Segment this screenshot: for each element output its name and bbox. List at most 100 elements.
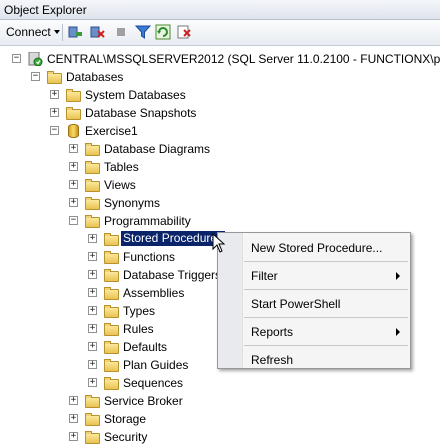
expand-icon[interactable]: + [88,378,97,387]
expand-icon[interactable]: + [69,162,78,171]
folder-icon [85,142,101,156]
tree-node-programmability[interactable]: − Programmability [0,212,440,230]
plan-guides-label: Plan Guides [123,358,189,372]
folder-icon [85,214,101,228]
views-label: Views [104,178,136,192]
tree-node-service-broker[interactable]: + Service Broker [0,392,440,410]
folder-icon [104,304,120,318]
collapse-icon[interactable]: − [31,72,40,81]
tree-node-system-databases[interactable]: + System Databases [0,86,440,104]
security-label: Security [104,430,148,444]
menu-item-reports[interactable]: Reports [242,320,410,342]
tree-node-sequences[interactable]: + Sequences [0,374,440,392]
folder-icon [66,88,82,102]
tree-node-storage[interactable]: + Storage [0,410,440,428]
defaults-label: Defaults [123,340,168,354]
expand-icon[interactable]: + [69,144,78,153]
expand-icon[interactable]: + [88,324,97,333]
menu-item-start-powershell[interactable]: Start PowerShell [242,292,410,314]
expand-icon[interactable]: + [88,306,97,315]
expand-icon[interactable]: + [69,396,78,405]
menu-item-label: Start PowerShell [251,297,341,311]
rules-label: Rules [123,322,154,336]
expand-icon[interactable]: + [50,90,59,99]
folder-icon [104,268,120,282]
synonyms-label: Synonyms [104,196,161,210]
connect-button[interactable]: Connect [3,23,63,41]
context-menu: New Stored Procedure... Filter Start Pow… [217,232,411,369]
exercise1-label: Exercise1 [85,124,138,138]
tree-node-database-diagrams[interactable]: + Database Diagrams [0,140,440,158]
functions-label: Functions [123,250,176,264]
folder-icon [47,70,63,84]
folder-icon [85,196,101,210]
tree-node-tables[interactable]: + Tables [0,158,440,176]
expand-icon[interactable]: + [69,198,78,207]
expand-icon[interactable]: + [88,270,97,279]
expand-icon[interactable]: + [88,288,97,297]
menu-item-label: Reports [251,325,294,339]
types-label: Types [123,304,156,318]
menu-item-new-stored-procedure[interactable]: New Stored Procedure... [242,236,410,258]
submenu-arrow-icon [396,272,400,280]
menu-item-refresh[interactable]: Refresh [242,348,410,370]
tree-node-server[interactable]: − CENTRAL\MSSQLSERVER2012 (SQL Server 11… [0,50,440,68]
menu-item-label: New Stored Procedure... [251,241,383,255]
menu-separator [244,345,408,346]
folder-icon [85,412,101,426]
mouse-pointer-icon [212,233,226,253]
folder-icon [104,322,120,336]
storage-label: Storage [104,412,147,426]
object-explorer-titlebar: Object Explorer [0,0,440,20]
collapse-icon[interactable]: − [50,126,59,135]
tree-node-security[interactable]: + Security [0,428,440,445]
server-icon [28,52,43,66]
expand-icon[interactable]: + [88,234,97,243]
database-triggers-label: Database Triggers [123,268,222,282]
expand-icon[interactable]: + [88,342,97,351]
expand-icon[interactable]: + [88,252,97,261]
system-databases-label: System Databases [85,88,186,102]
folder-icon [85,160,101,174]
folder-icon [104,286,120,300]
folder-icon [85,394,101,408]
menu-item-label: Filter [251,269,278,283]
folder-icon [104,376,120,390]
server-label: CENTRAL\MSSQLSERVER2012 (SQL Server 11.0… [47,52,440,66]
sync-icon[interactable] [176,24,192,40]
folder-icon [104,250,120,264]
collapse-icon[interactable]: − [69,216,78,225]
tree-node-database-snapshots[interactable]: + Database Snapshots [0,104,440,122]
expand-icon[interactable]: + [69,414,78,423]
databases-label: Databases [66,70,124,84]
expand-icon[interactable]: + [88,360,97,369]
stop-icon[interactable] [113,24,129,40]
chevron-down-icon [53,30,60,34]
programmability-label: Programmability [104,214,191,228]
object-explorer-toolbar: Connect [0,20,440,46]
tree-node-databases[interactable]: − Databases [0,68,440,86]
folder-icon [85,178,101,192]
connect-object-icon[interactable] [67,24,83,40]
refresh-icon[interactable] [155,24,171,40]
folder-icon [104,232,120,246]
database-diagrams-label: Database Diagrams [104,142,211,156]
expand-icon[interactable]: + [69,432,78,441]
connect-label: Connect [6,25,51,39]
menu-gutter [218,233,243,368]
expand-icon[interactable]: + [69,180,78,189]
folder-icon [66,106,82,120]
expand-icon[interactable]: + [50,108,59,117]
tree-node-views[interactable]: + Views [0,176,440,194]
database-snapshots-label: Database Snapshots [85,106,197,120]
filter-icon[interactable] [135,24,151,40]
folder-icon [104,340,120,354]
menu-item-filter[interactable]: Filter [242,264,410,286]
menu-separator [244,261,408,262]
tree-node-exercise1[interactable]: − Exercise1 [0,122,440,140]
toolbar-separator [62,24,63,41]
disconnect-icon[interactable] [89,24,105,40]
collapse-icon[interactable]: − [12,54,21,63]
tree-node-synonyms[interactable]: + Synonyms [0,194,440,212]
stored-procedures-label: Stored Procedures [121,231,226,246]
